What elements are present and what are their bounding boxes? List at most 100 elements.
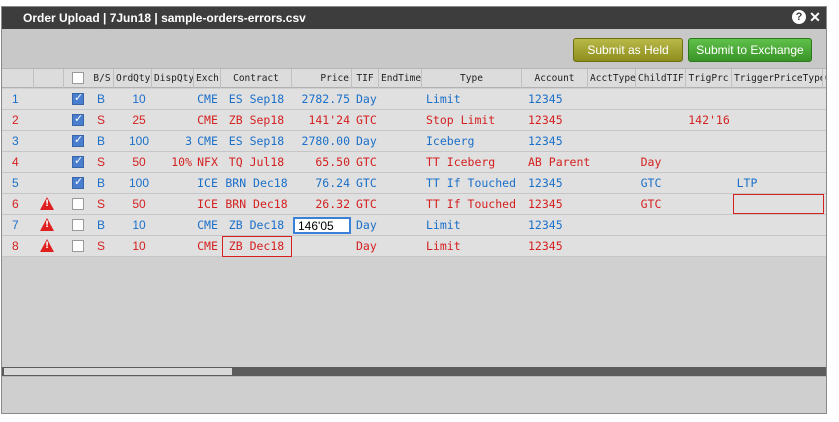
cell-accttype[interactable] [588,173,636,193]
cell-dispqty[interactable] [152,236,194,256]
cell-price[interactable]: 26.32 [292,194,352,214]
cell-endtime[interactable] [379,236,422,256]
cell-trigprc[interactable] [686,152,732,172]
header-bs[interactable]: B/S [91,69,114,88]
header-childtif[interactable]: ChildTIF [636,69,686,88]
cell-accttype[interactable] [588,194,636,214]
cell-account[interactable]: 12345 [524,236,590,256]
cell-dispqty[interactable]: 10% [152,152,194,172]
cell-triggerpricetype[interactable] [732,194,762,214]
cell-childtif[interactable] [636,110,666,130]
table-row[interactable]: 7B10CMEZB Dec18DayLimit12345 [2,215,826,236]
cell-exch[interactable]: CME [194,89,221,109]
scrollbar-thumb[interactable] [4,368,232,375]
cell-triggerpricetype[interactable] [732,131,762,151]
price-edit-input[interactable] [293,217,351,234]
cell-account[interactable]: 12345 [524,194,590,214]
table-row[interactable]: 2S25CMEZB Sep18141'24GTCStop Limit123451… [2,110,826,131]
row-select-checkbox[interactable] [72,198,84,210]
cell-account[interactable]: 12345 [524,110,590,130]
cell-dispqty[interactable]: 3 [152,131,194,151]
cell-bs[interactable]: B [94,89,108,109]
cell-exch[interactable]: CME [194,215,221,235]
cell-trigprc[interactable] [686,131,732,151]
header-account[interactable]: Account [522,69,588,88]
header-accttype[interactable]: AcctType [588,69,636,88]
header-endtime[interactable]: EndTime [379,69,422,88]
cell-price[interactable] [292,236,352,256]
cell-account[interactable]: 12345 [524,131,590,151]
title-bar[interactable]: Order Upload | 7Jun18 | sample-orders-er… [2,7,826,29]
cell-childtif[interactable] [636,236,666,256]
cell-triggerpricetype[interactable] [732,89,762,109]
row-select-checkbox[interactable] [72,154,84,168]
cell-bs[interactable]: S [94,236,108,256]
cell-tif[interactable]: Day [354,131,378,151]
cell-triggerpricetype[interactable] [732,236,762,256]
cell-tif[interactable]: GTC [354,152,378,172]
cell-type[interactable]: Iceberg [422,131,522,151]
cell-childtif[interactable]: GTC [636,194,666,214]
cell-type[interactable]: Limit [422,236,522,256]
cell-tif[interactable]: Day [354,236,378,256]
cell-price[interactable]: 2780.00 [292,131,352,151]
cell-dispqty[interactable] [152,215,194,235]
cell-childtif[interactable] [636,131,666,151]
cell-endtime[interactable] [379,194,422,214]
header-exch[interactable]: Exch [194,69,221,88]
close-icon[interactable]: ✕ [808,10,822,24]
cell-dispqty[interactable] [152,194,194,214]
header-triggerpricetype[interactable]: TriggerPriceType [732,69,823,88]
cell-accttype[interactable] [588,89,636,109]
cell-contract[interactable]: ES Sep18 [221,131,292,151]
header-contract[interactable]: Contract [221,69,292,88]
cell-tif[interactable]: Day [354,89,378,109]
cell-endtime[interactable] [379,89,422,109]
cell-contract[interactable]: BRN Dec18 [221,194,292,214]
cell-bs[interactable]: S [94,110,108,130]
cell-exch[interactable]: CME [194,236,221,256]
cell-endtime[interactable] [379,215,422,235]
cell-contract[interactable]: ES Sep18 [221,89,292,109]
help-icon[interactable]: ? [792,10,806,24]
cell-trigprc[interactable]: 142'16 [686,110,732,130]
cell-price[interactable]: 2782.75 [292,89,352,109]
cell-contract[interactable]: ZB Dec18 [221,215,292,235]
cell-bs[interactable]: B [94,173,108,193]
cell-exch[interactable]: ICE [194,173,221,193]
horizontal-scrollbar[interactable] [2,367,826,376]
cell-tif[interactable]: Day [354,215,378,235]
cell-accttype[interactable] [588,131,636,151]
cell-trigprc[interactable] [686,89,732,109]
cell-endtime[interactable] [379,173,422,193]
cell-tif[interactable]: GTC [354,110,378,130]
cell-dispqty[interactable] [152,89,194,109]
header-price[interactable]: Price [292,69,352,88]
cell-bs[interactable]: S [94,194,108,214]
row-select-checkbox[interactable] [72,112,84,126]
cell-trigprc[interactable] [686,194,732,214]
cell-accttype[interactable] [588,152,636,172]
header-extra[interactable]: O/( [823,69,826,88]
cell-triggerpricetype[interactable] [732,110,762,130]
cell-price[interactable]: 65.50 [292,152,352,172]
row-select-checkbox[interactable] [72,133,84,147]
cell-childtif[interactable]: Day [636,152,666,172]
header-ordqty[interactable]: OrdQty [114,69,152,88]
cell-type[interactable]: Limit [422,215,522,235]
cell-endtime[interactable] [379,110,422,130]
cell-type[interactable]: TT If Touched [422,194,522,214]
cell-dispqty[interactable] [152,173,194,193]
cell-type[interactable]: Limit [422,89,522,109]
cell-trigprc[interactable] [686,173,732,193]
cell-contract[interactable]: ZB Dec18 [221,236,292,256]
cell-accttype[interactable] [588,215,636,235]
cell-account[interactable]: 12345 [524,173,590,193]
cell-childtif[interactable] [636,215,666,235]
row-select-checkbox[interactable] [72,240,84,252]
cell-account[interactable]: 12345 [524,215,590,235]
cell-type[interactable]: Stop Limit [422,110,522,130]
cell-contract[interactable]: ZB Sep18 [221,110,292,130]
cell-trigprc[interactable] [686,215,732,235]
cell-trigprc[interactable] [686,236,732,256]
